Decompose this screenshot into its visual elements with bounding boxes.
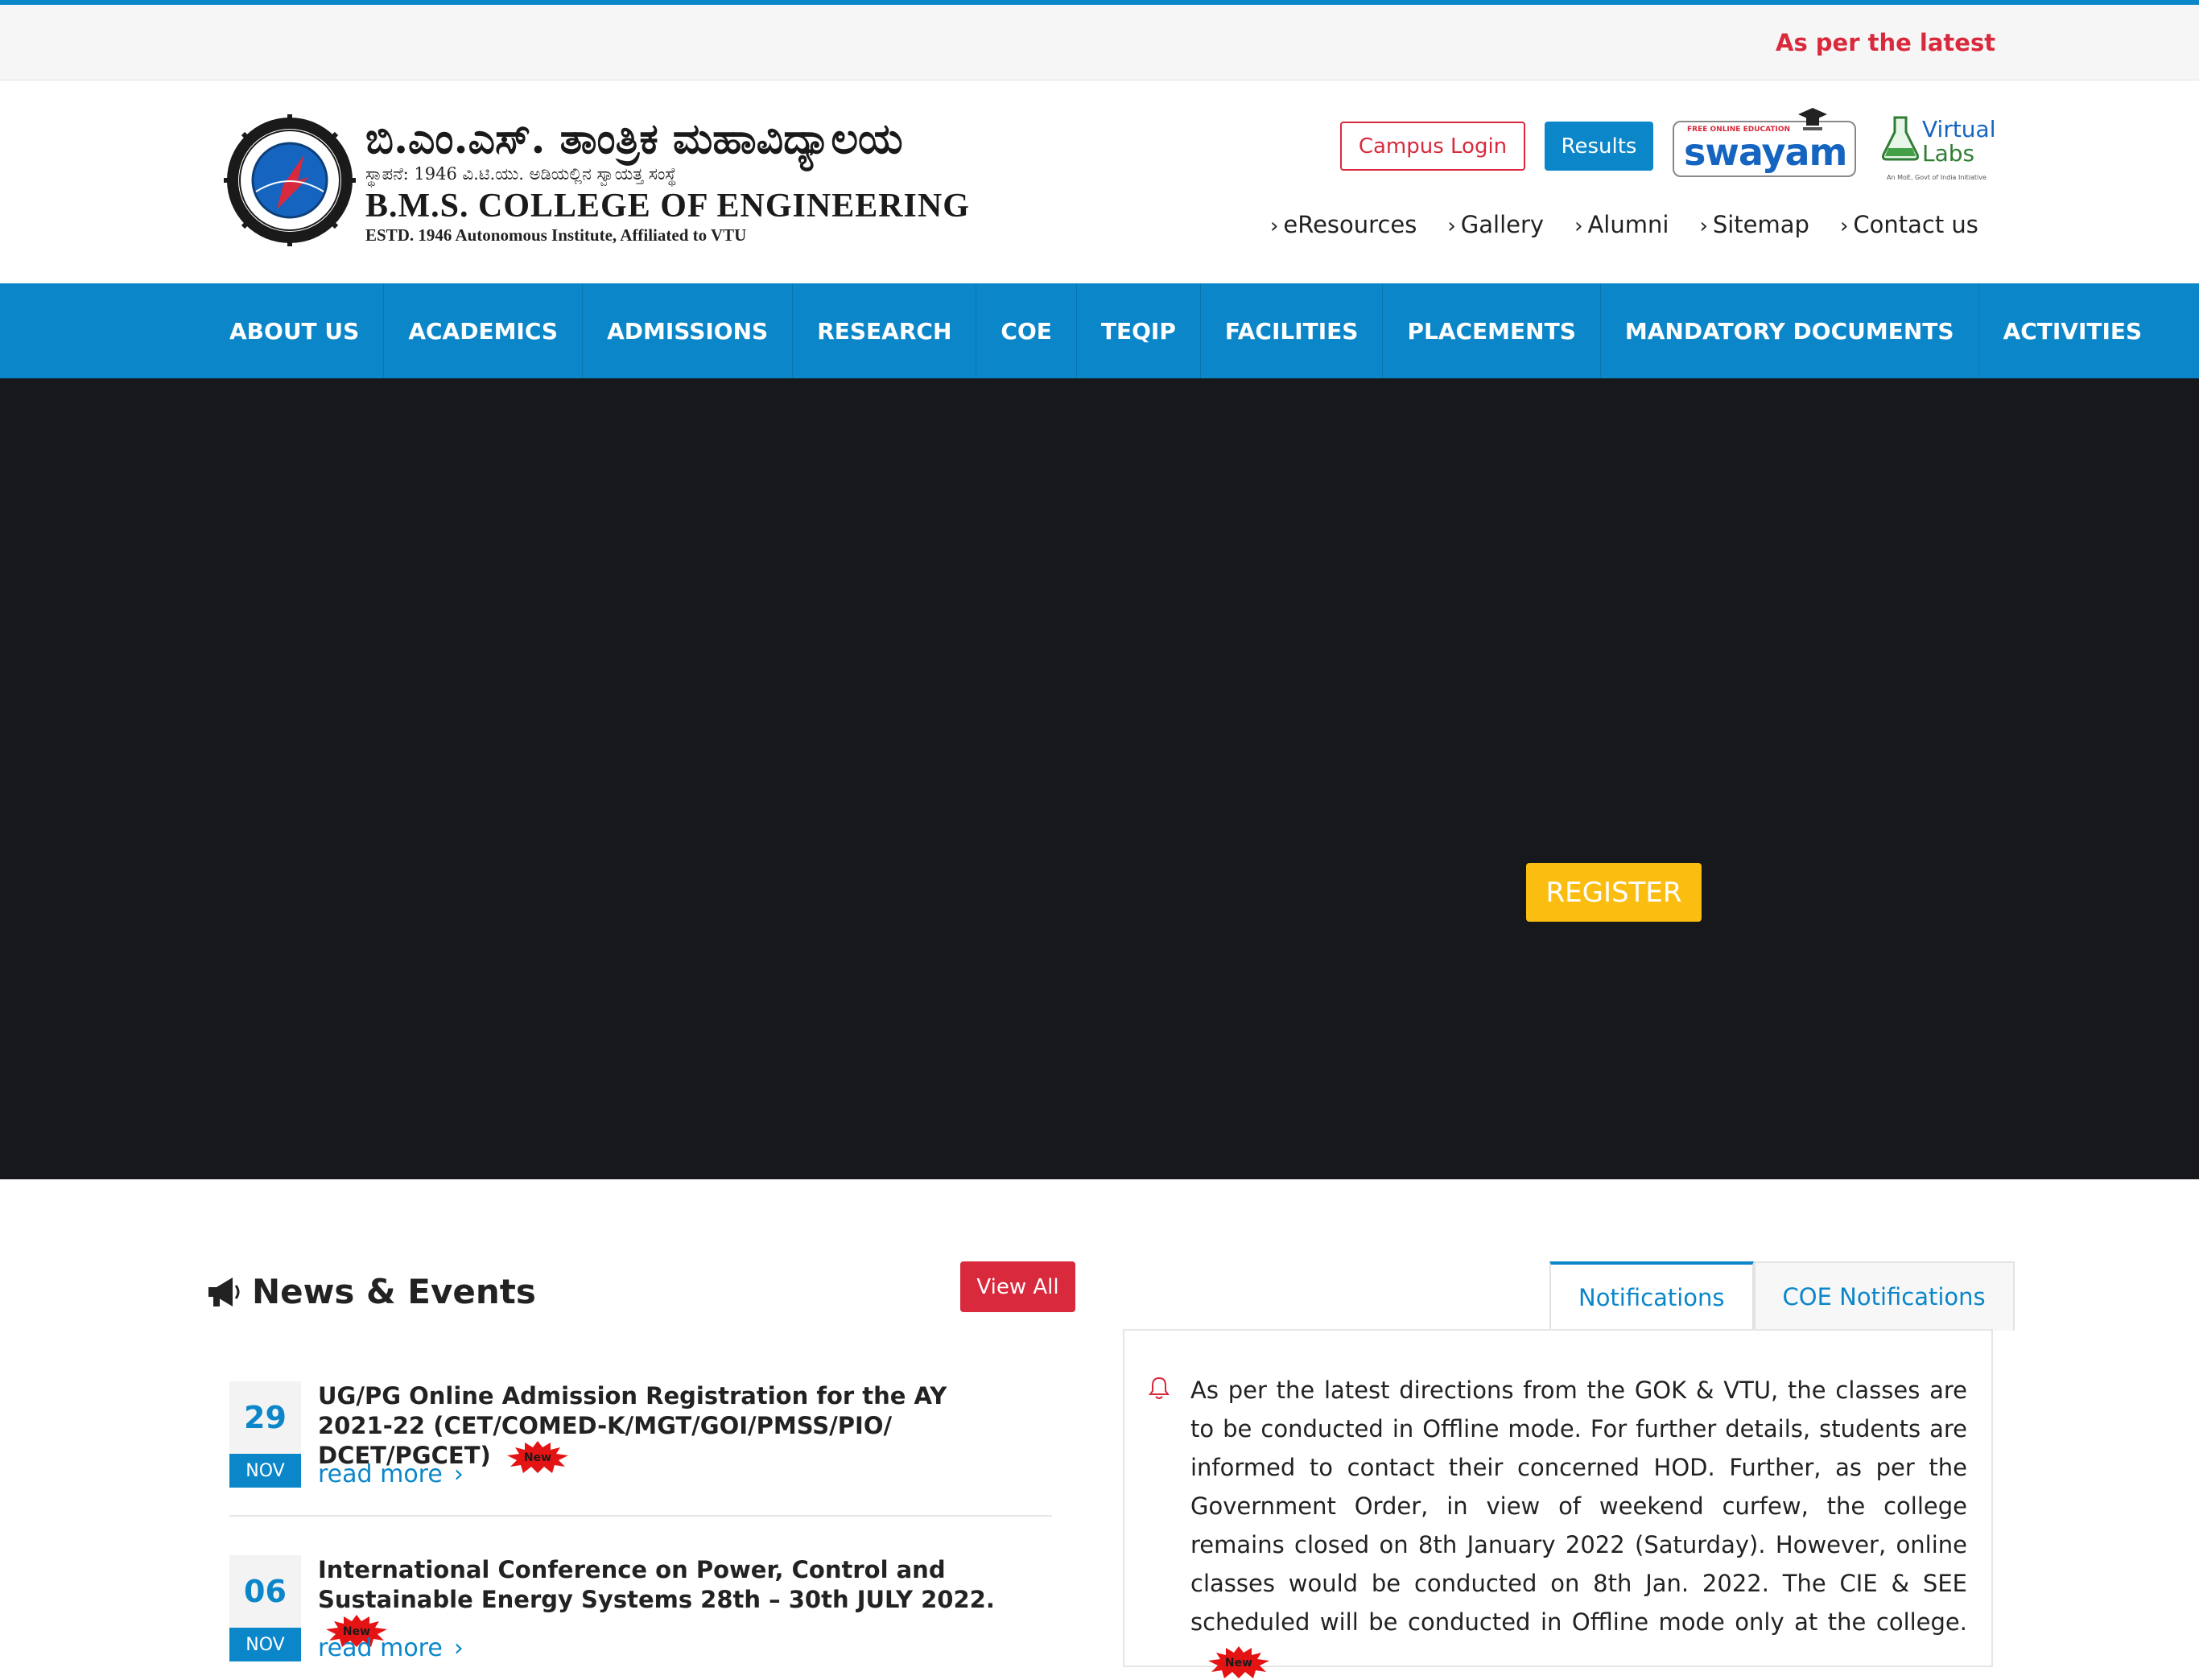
notification-tabs: Notifications COE Notifications [1549,1261,2015,1331]
college-logo[interactable]: ಬಿ.ಎಂ.ಎಸ್. ತಾಂತ್ರಿಕ ಮಹಾವಿದ್ಯಾಲಯ ಸ್ಥಾಪನೆ:… [224,114,1038,251]
vlabs-tagline: An MoE, Govt of India Initiative [1887,174,1987,181]
new-badge-icon: New [506,1441,568,1473]
bell-icon [1149,1377,1170,1399]
nav-teqip[interactable]: TEQIP [1077,283,1201,378]
tab-notifications[interactable]: Notifications [1549,1261,1754,1331]
news-title-text: International Conference on Power, Contr… [318,1556,995,1613]
notification-item[interactable]: As per the latest directions from the GO… [1190,1371,1967,1680]
vlabs-line2: Labs [1922,140,1975,167]
news-title[interactable]: UG/PG Online Admission Registration for … [318,1381,1010,1473]
virtual-labs-logo[interactable]: Virtual Labs An MoE, Govt of India Initi… [1875,113,1996,185]
new-badge-text: New [524,1451,551,1464]
nav-activities[interactable]: ACTIVITIES [1979,283,2167,378]
results-button[interactable]: Results [1545,122,1653,171]
logo-english-title: B.M.S. COLLEGE OF ENGINEERING [365,188,970,225]
nav-research[interactable]: RESEARCH [793,283,977,378]
view-all-button[interactable]: View All [960,1261,1075,1312]
news-item: 29 NOV UG/PG Online Admission Registrati… [229,1381,1052,1494]
chevron-right-icon: › [1270,214,1279,238]
news-divider [229,1515,1052,1517]
nav-admissions[interactable]: ADMISSIONS [583,283,794,378]
ticker-text[interactable]: As per the latest [1776,29,1995,56]
news-date-month: NOV [229,1454,301,1488]
news-title-text: UG/PG Online Admission Registration for … [318,1382,947,1469]
nav-mandatory-documents[interactable]: MANDATORY DOCUMENTS [1601,283,1979,378]
new-badge-text: New [1225,1657,1252,1670]
notification-text: As per the latest directions from the GO… [1190,1377,1967,1636]
swayam-logo[interactable]: FREE ONLINE EDUCATION swayam [1673,106,1858,180]
nav-coe[interactable]: COE [976,283,1077,378]
news-date: 06 NOV [229,1555,301,1661]
logo-kannada-subtitle: ಸ್ಥಾಪನೆ: 1946 ವಿ.ಟಿ.ಯು. ಅಡಿಯಲ್ಲಿನ ಸ್ವಾಯತ… [365,164,677,184]
quick-link-contact[interactable]: › Contact us [1840,211,1978,238]
news-events-heading: News & Events [205,1272,536,1311]
campus-login-button[interactable]: Campus Login [1340,122,1525,171]
news-heading-text: News & Events [252,1272,536,1311]
news-title[interactable]: International Conference on Power, Contr… [318,1555,1010,1647]
news-date-month: NOV [229,1628,301,1661]
news-date: 29 NOV [229,1381,301,1488]
college-emblem-icon [224,114,356,246]
chevron-right-icon: › [1839,214,1849,238]
logo-kannada-title: ಬಿ.ಎಂ.ಎಸ್. ತಾಂತ್ರಿಕ ಮಹಾವಿದ್ಯಾಲಯ [365,114,903,163]
hero-banner [0,378,2199,1179]
nav-about-us[interactable]: ABOUT US [205,283,385,378]
register-button[interactable]: REGISTER [1526,863,1702,922]
chevron-right-icon: › [1574,214,1583,238]
news-date-day: 06 [229,1555,301,1628]
logo-english-subtitle: ESTD. 1946 Autonomous Institute, Affilia… [365,225,747,245]
chevron-right-icon: › [453,1460,464,1488]
quick-links: › eResources › Gallery › Alumni › Sitemap › C… [1270,211,1978,238]
quick-link-eresources[interactable]: › eResources [1270,211,1417,238]
read-more-link[interactable]: read more › [318,1460,464,1488]
nav-facilities[interactable]: FACILITIES [1201,283,1384,378]
graduation-cap-icon [1798,108,1827,130]
swayam-wordmark: swayam [1684,130,1847,174]
chevron-right-icon: › [1699,214,1708,238]
nav-academics[interactable]: ACADEMICS [384,283,584,378]
quick-link-alumni[interactable]: › Alumni [1574,211,1669,238]
news-item: 06 NOV International Conference on Power… [229,1555,1052,1662]
news-date-day: 29 [229,1381,301,1454]
notifications-panel: As per the latest directions from the GO… [1123,1329,1993,1678]
main-navigation: ABOUT US ACADEMICS ADMISSIONS RESEARCH C… [0,283,2199,378]
new-badge-icon: New [1208,1646,1269,1678]
nav-placements[interactable]: PLACEMENTS [1383,283,1601,378]
vlabs-line1: Virtual [1922,116,1996,142]
quick-link-sitemap[interactable]: › Sitemap [1699,211,1809,238]
announcement-ticker: As per the latest [0,5,2199,80]
quick-link-gallery[interactable]: › Gallery [1447,211,1544,238]
tab-coe-notifications[interactable]: COE Notifications [1753,1261,2015,1331]
chevron-right-icon: › [1447,214,1456,238]
flask-icon [1882,116,1919,161]
megaphone-icon [208,1277,240,1306]
